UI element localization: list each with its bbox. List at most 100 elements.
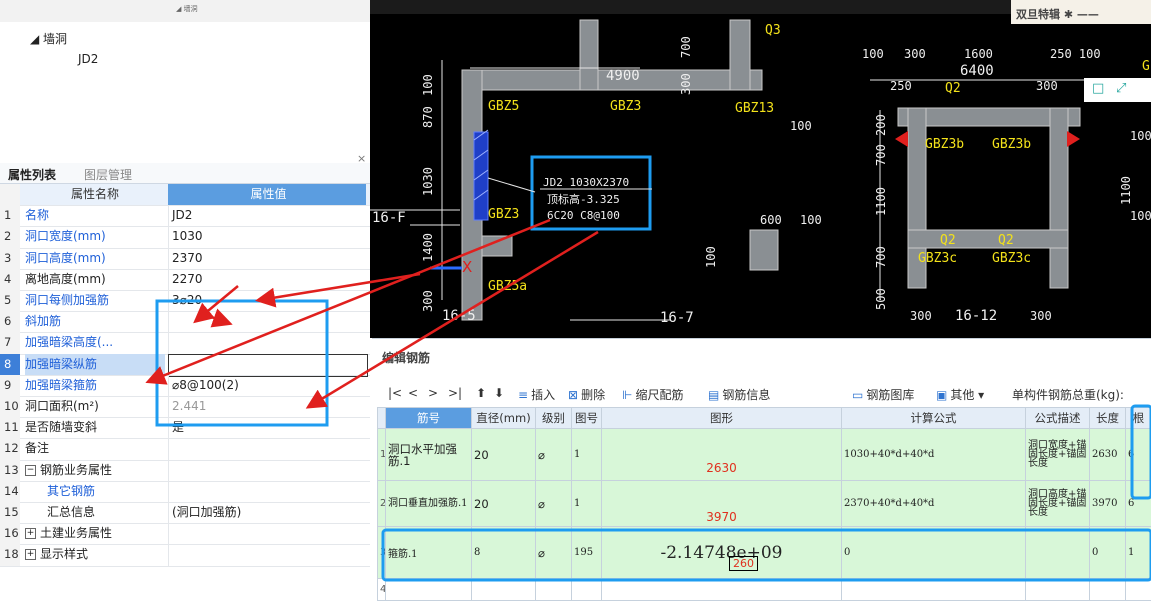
expand-icon[interactable]: +: [25, 528, 36, 539]
col-formula-desc[interactable]: 公式描述: [1026, 408, 1090, 429]
panel-tabs: 属性列表 图层管理: [0, 163, 370, 184]
table-row-empty[interactable]: 4: [378, 579, 1151, 601]
stirrup-sub: 260: [729, 556, 758, 571]
grid-row-selected[interactable]: 8 加强暗梁纵筋: [0, 354, 370, 376]
dim-4900: 4900: [606, 68, 640, 84]
table-header: 筋号 直径(mm) 级别 图号 图形 计算公式 公式描述 长度 根: [378, 408, 1151, 429]
col-formula[interactable]: 计算公式: [842, 408, 1026, 429]
jd2-line3: 6C20 C8@100: [547, 209, 620, 222]
grid-row[interactable]: 1 名称 JD2: [0, 205, 370, 227]
top-strip: ◢ 墙洞: [0, 0, 370, 22]
label-gbz5: GBZ5: [488, 99, 519, 114]
table-row[interactable]: 2 洞口垂直加强筋.1 20 ⌀ 1 3970 2370+40*d+40*d 洞…: [378, 481, 1151, 527]
dim-870: 870: [421, 106, 435, 128]
rebar-editor: 编辑钢筋 |< < > >| ⬆ ⬇ ≡插入 ⊠删除 ⊩缩尺配筋 ▤钢筋信息 ▭…: [372, 338, 1151, 608]
dim-300e: 300: [910, 309, 932, 323]
move-down-icon[interactable]: ⬇: [494, 386, 504, 400]
mini-tree-label: ◢ 墙洞: [176, 4, 198, 14]
rebar-editor-title: 编辑钢筋: [382, 349, 430, 366]
expand-icon[interactable]: +: [25, 549, 36, 560]
col-rebar-no[interactable]: 筋号: [386, 408, 472, 429]
grid-row[interactable]: 14 其它钢筋: [0, 481, 370, 503]
grid-row[interactable]: 6 斜加筋: [0, 311, 370, 333]
dim-100i: 100: [1130, 129, 1151, 143]
label-q2-c: Q2: [945, 81, 961, 96]
label-gbz5a: GBZ5a: [488, 279, 527, 294]
tree-node-jd2[interactable]: JD2: [78, 52, 98, 66]
grid-row[interactable]: 15 汇总信息 (洞口加强筋): [0, 502, 370, 524]
axis-16f: 16-F: [372, 210, 406, 226]
grid-header: 属性名称 属性值: [0, 184, 370, 206]
tree-node-wall-opening[interactable]: ◢ 墙洞: [30, 30, 67, 47]
table-row[interactable]: 3 箍筋.1 8 ⌀ 195 -2.14748e+09 260 0 0 1: [378, 527, 1151, 579]
col-shape[interactable]: 图形: [602, 408, 842, 429]
col-grade[interactable]: 级别: [536, 408, 572, 429]
stirrup-value: -2.14748e+09: [661, 543, 783, 563]
collapse-icon[interactable]: −: [25, 465, 36, 476]
info-icon: ▤: [708, 388, 719, 402]
dim-100h: 100: [1130, 209, 1151, 223]
axis-16-12: 16-12: [955, 308, 997, 324]
grid-row[interactable]: 10 洞口面积(m²) 2.441: [0, 396, 370, 418]
header-property-value: 属性值: [168, 184, 366, 205]
label-gbz3b-2: GBZ3b: [992, 137, 1031, 152]
dim-300d: 300: [679, 73, 693, 95]
dim-1600: 1600: [964, 47, 993, 61]
label-gbz3: GBZ3: [610, 99, 641, 114]
rebar-library-button[interactable]: ▭钢筋图库: [852, 386, 914, 403]
rebar-table: 筋号 直径(mm) 级别 图号 图形 计算公式 公式描述 长度 根 1 洞口水平…: [377, 407, 1151, 601]
dim-6400: 6400: [960, 63, 994, 79]
grid-row[interactable]: 7 加强暗梁高度(...: [0, 332, 370, 354]
grid-row[interactable]: 3 洞口高度(mm) 2370: [0, 248, 370, 270]
table-row[interactable]: 1 洞口水平加强筋.1 20 ⌀ 1 2630 1030+40*d+40*d 洞…: [378, 429, 1151, 481]
view-mini-toolbar: □ ⤢: [1084, 78, 1151, 102]
grid-row-group[interactable]: 18 +显示样式: [0, 544, 370, 566]
label-q2-b: Q2: [998, 233, 1014, 248]
col-fig-no[interactable]: 图号: [572, 408, 602, 429]
dim-700: 700: [679, 36, 693, 58]
tab-layers[interactable]: 图层管理: [84, 166, 132, 183]
cad-drawing-view[interactable]: GBZ5 GBZ3 GBZ13 GBZ3 GBZ5a Q3 GBZ3b GBZ3…: [370, 0, 1151, 338]
grid-row-group[interactable]: 16 +土建业务属性: [0, 523, 370, 545]
last-button[interactable]: >|: [448, 386, 462, 400]
next-button[interactable]: >: [428, 386, 438, 400]
rebar-info-button[interactable]: ▤钢筋信息: [708, 386, 770, 403]
label-gbz3c-1: GBZ3c: [918, 251, 957, 266]
tab-properties[interactable]: 属性列表: [8, 166, 56, 183]
dim-1100b: 1100: [1119, 176, 1133, 205]
grid-row-group[interactable]: 13 −钢筋业务属性: [0, 460, 370, 482]
grid-row[interactable]: 2 洞口宽度(mm) 1030: [0, 226, 370, 248]
grid-row[interactable]: 11 是否随墙变斜 是: [0, 417, 370, 439]
dim-300c: 300: [421, 290, 435, 312]
expand-icon[interactable]: ⤢: [1116, 81, 1126, 96]
insert-button[interactable]: ≡插入: [518, 386, 555, 403]
col-length[interactable]: 长度: [1090, 408, 1126, 429]
dim-100d: 100: [421, 74, 435, 96]
grid-row[interactable]: 5 洞口每侧加强筋 3⌀20: [0, 290, 370, 312]
prev-button[interactable]: <: [408, 386, 418, 400]
col-diameter[interactable]: 直径(mm): [472, 408, 536, 429]
insert-icon: ≡: [518, 388, 528, 402]
properties-panel: ◢ 墙洞 ◢ 墙洞 JD2 × 属性列表 图层管理 属性名称 属性值 1 名称 …: [0, 0, 370, 607]
col-count[interactable]: 根: [1126, 408, 1151, 429]
dim-100e: 100: [704, 246, 718, 268]
dim-1030: 1030: [421, 167, 435, 196]
library-icon: ▭: [852, 388, 863, 402]
axis-16-7: 16-7: [660, 310, 694, 326]
watermark-text: 双旦特辑 ✱ ——: [1016, 6, 1099, 22]
dim-100b: 100: [800, 213, 822, 227]
label-q2-a: Q2: [940, 233, 956, 248]
dim-700c: 700: [874, 246, 888, 268]
scale-rebar-button[interactable]: ⊩缩尺配筋: [622, 386, 683, 403]
jd2-line2: 顶标高-3.325: [547, 192, 620, 206]
move-up-icon[interactable]: ⬆: [476, 386, 486, 400]
first-button[interactable]: |<: [388, 386, 402, 400]
label-gbz3b-left: GBZ3: [488, 207, 519, 222]
restore-icon[interactable]: □: [1092, 81, 1104, 96]
other-dropdown[interactable]: ▣其他 ▾: [936, 386, 984, 403]
delete-button[interactable]: ⊠删除: [568, 386, 605, 403]
grid-row[interactable]: 4 离地高度(mm) 2270: [0, 269, 370, 291]
opening-hatch: [474, 130, 488, 220]
grid-row[interactable]: 12 备注: [0, 438, 370, 460]
grid-row[interactable]: 9 加强暗梁箍筋 ⌀8@100(2): [0, 375, 370, 397]
